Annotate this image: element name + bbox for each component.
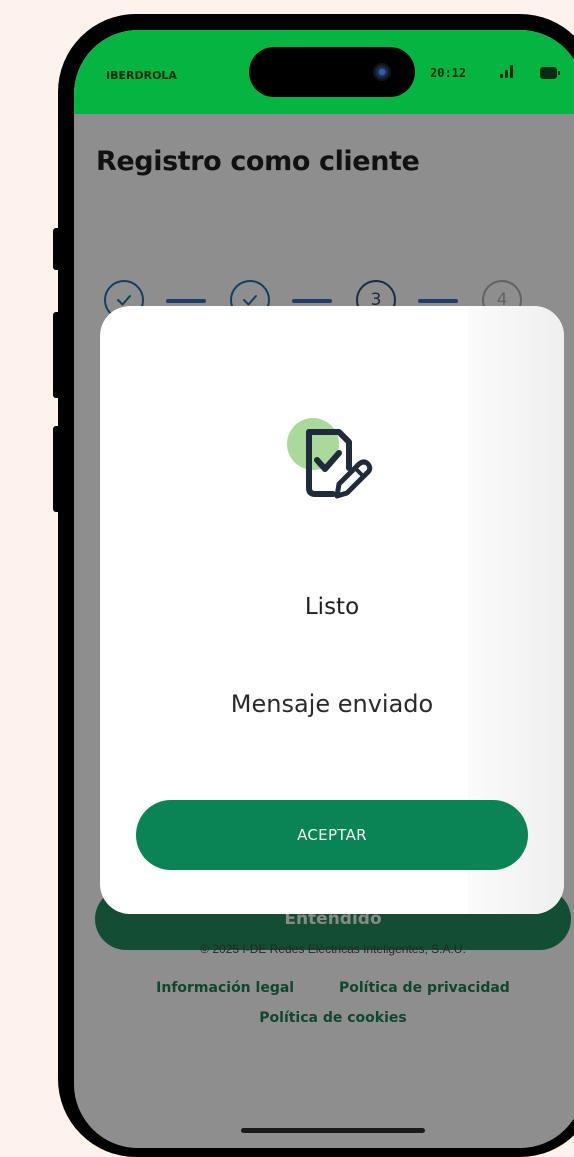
camera-icon — [373, 63, 391, 81]
dialog-title: Listo — [304, 594, 360, 620]
accept-button[interactable]: ACEPTAR — [136, 800, 528, 870]
battery-icon — [540, 67, 560, 79]
carrier-name: IBERDROLA — [106, 69, 177, 82]
document-check-edit-icon — [287, 418, 373, 499]
status-bar: IBERDROLA 20:12 — [74, 30, 574, 114]
success-dialog: Listo Mensaje enviado ACEPTAR — [100, 306, 564, 914]
signal-icon — [500, 64, 516, 78]
status-time: 20:12 — [430, 66, 467, 80]
dialog-message: Mensaje enviado — [230, 690, 434, 718]
stage: IBERDROLA 20:12 Registro como cliente 3 … — [0, 0, 574, 1157]
home-indicator — [241, 1128, 425, 1133]
